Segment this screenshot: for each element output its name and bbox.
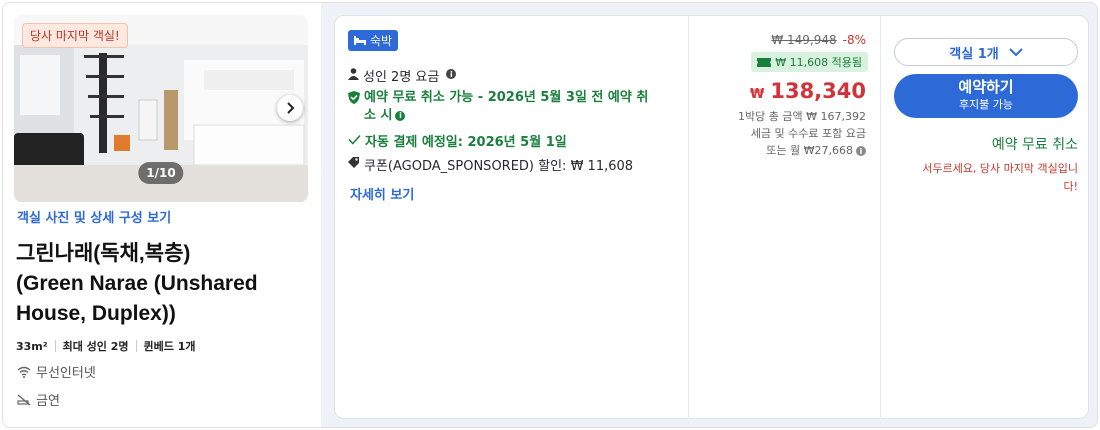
autopay-line: 자동 결제 예정일: 2026년 5월 1일 xyxy=(348,131,567,150)
room-title-line2: (Green Narae (Unshared xyxy=(16,272,258,295)
room-photo[interactable]: 당사 마지막 객실! 1/10 xyxy=(14,15,308,202)
discount-percent: -8% xyxy=(842,33,866,47)
last-room-badge: 당사 마지막 객실! xyxy=(22,23,128,48)
book-button[interactable]: 예약하기 후지불 가능 xyxy=(894,74,1078,118)
room-title-line1: 그린나래(독채,복층) xyxy=(16,242,191,265)
price-currency: ₩ xyxy=(750,87,765,102)
book-button-label: 예약하기 xyxy=(958,78,1014,96)
free-cancel-line: 예약 무료 취소 가능 - 2026년 5월 3일 전 예약 취 소 시i xyxy=(348,89,678,125)
room-title: 그린나래(독채,복층) (Green Narae (Unshared House… xyxy=(16,239,316,329)
free-cancel-note: 예약 무료 취소 xyxy=(991,137,1078,153)
amenity-wifi: 무선인터넷 xyxy=(17,362,96,381)
last-room-warning-line1: 서두르세요, 당사 마지막 객실입니 xyxy=(922,162,1078,175)
amenity-label: 금연 xyxy=(36,394,60,409)
amenity-nonsmoking: 금연 xyxy=(17,390,60,409)
photo-counter: 1/10 xyxy=(138,162,184,184)
stay-tag: 숙박 xyxy=(348,30,399,51)
stay-tag-label: 숙박 xyxy=(370,34,393,48)
info-icon[interactable]: i xyxy=(856,146,866,156)
room-count-label: 객실 1개 xyxy=(949,46,999,62)
room-info-column: 당사 마지막 객실! 1/10 객실 사진 및 상세 구성 보기 그린나래(독채… xyxy=(3,3,321,427)
max-guests: 최대 성인 2명 xyxy=(62,340,129,353)
next-photo-button[interactable] xyxy=(277,95,303,121)
check-icon xyxy=(348,134,361,145)
chevron-right-icon xyxy=(287,102,295,114)
room-listing: 당사 마지막 객실! 1/10 객실 사진 및 상세 구성 보기 그린나래(독채… xyxy=(2,2,1098,428)
shield-icon xyxy=(348,91,360,104)
last-room-warning-line2: 다! xyxy=(1063,180,1078,193)
chevron-down-icon xyxy=(1009,47,1023,56)
tag-icon xyxy=(348,157,359,168)
final-price: ₩ 138,340 xyxy=(750,79,866,103)
price-note-line1: 1박당 총 금액 ₩ 167,392 xyxy=(738,110,866,123)
wifi-icon xyxy=(17,366,31,378)
last-room-warning: 서두르세요, 당사 마지막 객실입니 다! xyxy=(894,160,1078,196)
room-size: 33m² xyxy=(16,339,48,353)
price-amount: 138,340 xyxy=(770,79,866,103)
room-photos-link[interactable]: 객실 사진 및 상세 구성 보기 xyxy=(17,207,171,226)
price-note-line3: 또는 월 ₩27,668 xyxy=(766,144,853,157)
coupon-icon xyxy=(757,57,772,67)
bed-icon xyxy=(354,36,366,45)
offer-card: 숙박 성인 2명 요금 i 예약 무료 취소 가능 - 2026년 5월 3일 … xyxy=(334,15,1089,419)
room-specs: 33m² 최대 성인 2명 퀸베드 1개 xyxy=(16,338,195,354)
bed-info: 퀸베드 1개 xyxy=(143,340,196,353)
amenity-label: 무선인터넷 xyxy=(36,366,96,381)
free-cancel-line1: 예약 무료 취소 가능 - 2026년 5월 3일 전 예약 취 xyxy=(364,90,649,105)
autopay-label: 자동 결제 예정일: 2026년 5월 1일 xyxy=(365,135,567,150)
price-note-line2: 세금 및 수수료 포함 요금 xyxy=(750,127,866,140)
coupon-applied-label: ₩ 11,608 적용됨 xyxy=(775,56,862,69)
divider xyxy=(54,340,56,352)
guest-rate-label: 성인 2명 요금 xyxy=(363,70,440,85)
book-button-sublabel: 후지불 가능 xyxy=(958,98,1014,111)
info-icon[interactable]: i xyxy=(395,110,406,121)
details-link[interactable]: 자세히 보기 xyxy=(350,184,414,203)
no-smoking-icon xyxy=(17,393,31,406)
info-icon[interactable]: i xyxy=(446,69,457,79)
guest-rate: 성인 2명 요금 i xyxy=(348,66,457,85)
free-cancel-line2: 소 시 xyxy=(364,108,393,123)
coupon-line: 쿠폰(AGODA_SPONSORED) 할인: ₩ 11,608 xyxy=(348,155,633,174)
original-price-row: ₩ 149,948 -8% xyxy=(771,33,866,47)
divider xyxy=(880,16,881,418)
original-price: ₩ 149,948 xyxy=(771,33,837,47)
divider xyxy=(135,340,137,352)
room-title-line3: House, Duplex)) xyxy=(16,302,176,325)
coupon-label: 쿠폰(AGODA_SPONSORED) 할인: ₩ 11,608 xyxy=(364,159,634,174)
room-count-select[interactable]: 객실 1개 xyxy=(894,38,1078,66)
price-note: 1박당 총 금액 ₩ 167,392 세금 및 수수료 포함 요금 또는 월 ₩… xyxy=(706,108,866,159)
coupon-applied-badge: ₩ 11,608 적용됨 xyxy=(751,52,868,72)
divider xyxy=(688,16,689,418)
person-icon xyxy=(348,68,359,80)
